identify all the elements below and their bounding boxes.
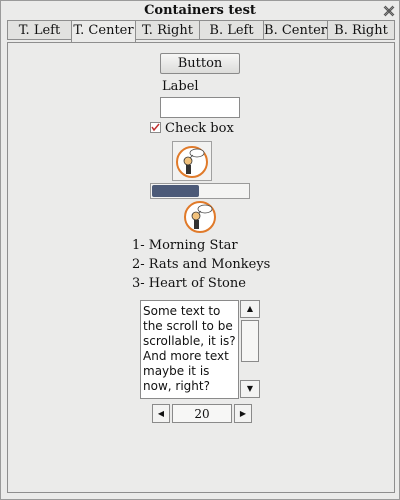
tab-label: T. Right xyxy=(142,23,193,38)
push-button[interactable]: Button xyxy=(160,53,240,74)
progress-bar xyxy=(150,183,250,199)
tab-label: B. Left xyxy=(209,23,254,38)
character-icon xyxy=(176,146,208,178)
window: Containers test T. Left T. Center T. Rig… xyxy=(0,0,400,500)
window-title-text: Containers test xyxy=(144,3,256,18)
check-box[interactable] xyxy=(150,122,161,133)
field-label: Label xyxy=(162,79,199,94)
arrow-down-icon: ▼ xyxy=(246,384,254,393)
tab-label: T. Left xyxy=(18,23,61,38)
push-button-label: Button xyxy=(177,56,223,71)
tab-b-center[interactable]: B. Center xyxy=(263,20,328,40)
vertical-scrollbar[interactable]: ▲ ▼ xyxy=(240,300,261,399)
close-button[interactable] xyxy=(382,3,396,17)
tab-t-center[interactable]: T. Center xyxy=(71,20,136,42)
tab-t-left[interactable]: T. Left xyxy=(7,20,72,40)
checkmark-icon xyxy=(151,123,160,132)
tab-label: B. Right xyxy=(334,23,388,38)
decrement-button[interactable]: ◀ xyxy=(152,404,170,423)
tab-bar: T. Left T. Center T. Right B. Left B. Ce… xyxy=(7,20,395,42)
list-item[interactable]: 2- Rats and Monkeys xyxy=(132,257,270,272)
progress-fill xyxy=(152,185,199,197)
scroll-text: Some text to the scroll to be scrollable… xyxy=(143,304,236,393)
image-button[interactable] xyxy=(172,141,212,181)
tab-label: B. Center xyxy=(264,23,327,38)
character-icon xyxy=(184,201,216,233)
stepper-value[interactable]: 20 xyxy=(172,404,232,423)
increment-button[interactable]: ▶ xyxy=(234,404,252,423)
scroll-up-button[interactable]: ▲ xyxy=(240,300,260,318)
arrow-up-icon: ▲ xyxy=(246,304,254,313)
arrow-left-icon: ◀ xyxy=(157,409,165,418)
number-stepper: ◀ 20 ▶ xyxy=(152,404,252,423)
tab-b-left[interactable]: B. Left xyxy=(199,20,264,40)
tab-label: T. Center xyxy=(73,23,134,38)
list-item[interactable]: 1- Morning Star xyxy=(132,238,238,253)
tab-t-right[interactable]: T. Right xyxy=(135,20,200,40)
character-image xyxy=(183,200,217,234)
text-input[interactable] xyxy=(160,97,240,118)
tab-b-right[interactable]: B. Right xyxy=(327,20,395,40)
scroll-thumb[interactable] xyxy=(241,320,259,362)
list-item[interactable]: 3- Heart of Stone xyxy=(132,276,246,291)
close-icon xyxy=(383,5,395,17)
check-box-label[interactable]: Check box xyxy=(165,121,234,136)
scroll-text-box[interactable]: Some text to the scroll to be scrollable… xyxy=(140,300,239,399)
arrow-right-icon: ▶ xyxy=(239,409,247,418)
scroll-down-button[interactable]: ▼ xyxy=(240,380,260,398)
window-title: Containers test xyxy=(1,1,399,20)
